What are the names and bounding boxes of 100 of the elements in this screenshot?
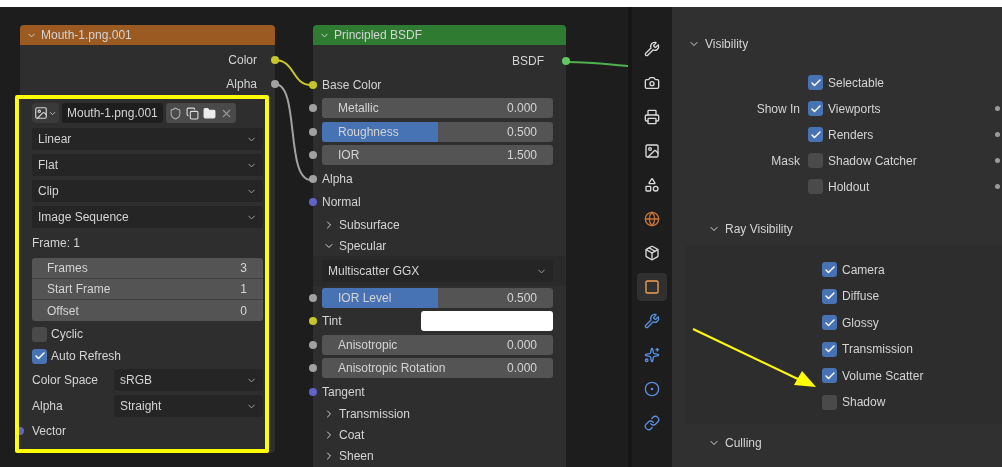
sparkles-icon [644, 347, 660, 363]
checkbox[interactable] [808, 179, 823, 194]
checkbox[interactable] [822, 315, 837, 331]
input-label: Normal [322, 194, 361, 212]
socket-icon[interactable] [309, 151, 317, 160]
checkbox-label: Selectable [827, 74, 885, 92]
panel-header[interactable]: Transmission [313, 403, 566, 425]
value-slider[interactable]: Roughness 0.500 [322, 121, 553, 142]
checkbox-label: Volume Scatter [841, 367, 924, 385]
dropdown[interactable]: Linear [32, 128, 263, 150]
number-field[interactable]: Offset 0 [32, 300, 263, 321]
checkbox[interactable] [808, 101, 823, 116]
property-label: Alpha [32, 398, 64, 415]
globe-icon [644, 211, 660, 227]
number-field[interactable]: IOR 1.500 [322, 145, 553, 166]
checkbox[interactable] [822, 262, 837, 278]
link-icon [644, 415, 660, 431]
checkbox-label: Cyclic [51, 326, 83, 343]
group-label: Mask [770, 152, 801, 170]
socket-icon[interactable] [271, 80, 279, 88]
panel-header[interactable]: Subsurface [313, 214, 566, 235]
socket-icon[interactable] [309, 80, 317, 89]
value-slider[interactable]: IOR Level 0.500 [322, 287, 553, 308]
node-header[interactable]: Mouth-1.png.001 [20, 25, 275, 45]
checkbox-label: Shadow [841, 394, 886, 412]
node-link [567, 61, 628, 67]
checkbox[interactable] [808, 153, 823, 168]
input-label: Tangent [322, 383, 365, 401]
checkbox[interactable] [32, 326, 47, 342]
socket-icon[interactable] [309, 364, 317, 373]
color-swatch[interactable] [421, 311, 553, 332]
checkbox-label: Camera [841, 261, 885, 279]
socket-icon[interactable] [562, 57, 570, 65]
input-label: Alpha [322, 170, 353, 188]
folder-icon[interactable] [202, 106, 216, 120]
socket-icon[interactable] [309, 174, 317, 183]
panel-header[interactable]: Culling [686, 430, 1002, 456]
checkbox[interactable] [822, 288, 837, 304]
box-icon [644, 245, 660, 261]
checkbox-label: Transmission [841, 341, 913, 359]
number-field[interactable]: Metallic 0.000 [322, 98, 553, 119]
image-browse-button[interactable] [32, 103, 59, 123]
dropdown[interactable]: Multiscatter GGX [322, 260, 553, 282]
number-field[interactable]: Anisotropic 0.000 [322, 334, 553, 355]
input-label: Tint [322, 313, 343, 331]
target-icon [644, 381, 660, 397]
checkbox[interactable] [32, 348, 47, 364]
image-icon [644, 143, 660, 159]
socket-icon[interactable] [309, 340, 317, 349]
square-icon [644, 279, 660, 295]
checkbox-label: Diffuse [841, 288, 880, 306]
dropdown[interactable]: Flat [32, 154, 263, 176]
checkbox[interactable] [822, 368, 837, 384]
wrench-icon [644, 313, 660, 329]
checkbox-label: Glossy [841, 314, 879, 332]
shield-icon[interactable] [168, 106, 182, 120]
input-label: Vector [32, 423, 67, 440]
output-label: Alpha [226, 76, 257, 93]
dropdown[interactable]: sRGB [114, 369, 263, 391]
panel-header[interactable]: Specular [313, 235, 566, 256]
checkbox-label: Auto Refresh [51, 348, 122, 365]
frame-label: Frame: 1 [32, 235, 80, 252]
node-title: Principled BSDF [334, 27, 423, 44]
panel-header[interactable]: Ray Visibility [686, 216, 1002, 242]
checkbox-label: Renders [827, 126, 874, 144]
camera-icon [644, 75, 660, 91]
dropdown[interactable]: Clip [32, 180, 263, 202]
node-title: Mouth-1.png.001 [41, 27, 132, 44]
panel-header[interactable]: Visibility [686, 31, 1002, 57]
socket-icon[interactable] [271, 56, 279, 64]
image-icon [34, 106, 48, 120]
group-label: Show In [755, 100, 801, 118]
input-label: Base Color [322, 76, 382, 94]
socket-icon[interactable] [309, 104, 317, 113]
dropdown[interactable]: Image Sequence [32, 206, 263, 228]
checkbox-label: Holdout [827, 178, 870, 196]
socket-icon[interactable] [309, 317, 317, 326]
image-name-field[interactable]: Mouth-1.png.001 [62, 103, 163, 123]
panel-header[interactable]: Coat [313, 424, 566, 446]
checkbox-label: Shadow Catcher [827, 152, 917, 170]
checkbox[interactable] [822, 341, 837, 357]
property-label: Color Space [32, 372, 100, 389]
socket-icon[interactable] [309, 127, 317, 136]
number-field[interactable]: Frames 3 [32, 258, 263, 279]
number-field[interactable]: Anisotropic Rotation 0.000 [322, 358, 553, 379]
output-label: Color [228, 52, 257, 69]
panel-header[interactable]: Sheen [313, 445, 566, 467]
shapes-icon [644, 177, 660, 193]
socket-icon[interactable] [309, 293, 317, 302]
dropdown[interactable]: Straight [114, 395, 263, 417]
output-label: BSDF [512, 53, 544, 70]
number-field[interactable]: Start Frame 1 [32, 279, 263, 300]
copy-icon[interactable] [185, 106, 199, 120]
wrench-icon [644, 41, 660, 57]
node-header[interactable]: Principled BSDF [313, 25, 566, 45]
printer-icon [644, 109, 660, 125]
checkbox[interactable] [808, 127, 823, 142]
checkbox-label: Viewports [827, 100, 881, 118]
checkbox[interactable] [808, 75, 823, 90]
checkbox[interactable] [822, 394, 837, 410]
